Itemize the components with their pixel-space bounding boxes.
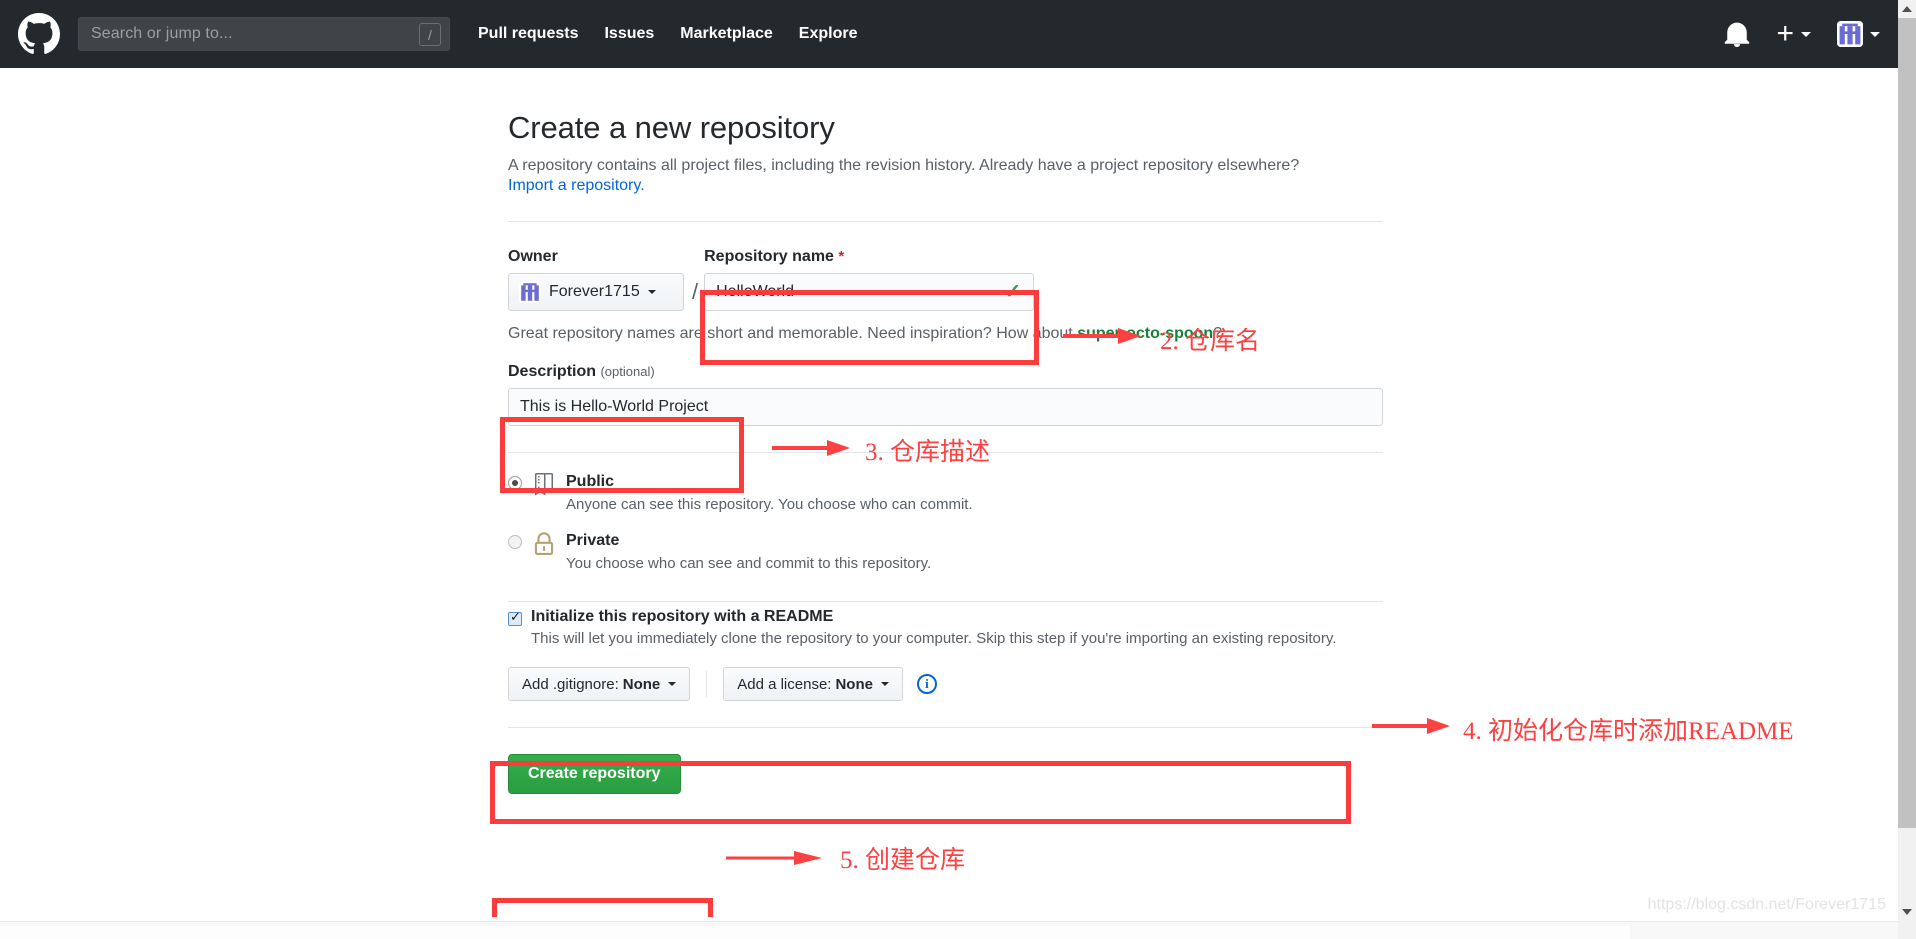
divider (508, 221, 1383, 223)
chevron-down-icon (668, 682, 677, 687)
readme-checkbox[interactable] (508, 609, 522, 627)
visibility-public-description: Anyone can see this repository. You choo… (566, 496, 973, 514)
readme-option: Initialize this repository with a README… (508, 608, 1383, 649)
chevron-down-icon (647, 290, 656, 295)
chevron-down-icon (880, 682, 889, 687)
license-select[interactable]: Add a license: None (723, 667, 903, 702)
user-avatar-icon (1837, 21, 1863, 47)
divider (508, 601, 1383, 603)
radio-private[interactable] (508, 535, 522, 550)
description-optional-text: (optional) (600, 364, 655, 380)
annotation-arrow-3 (772, 440, 850, 456)
annotation-arrow-2 (1063, 328, 1141, 344)
description-field: Description (optional) This is Hello-Wor… (508, 363, 1383, 427)
required-marker: * (838, 248, 845, 266)
nav-marketplace[interactable]: Marketplace (680, 25, 773, 43)
gitignore-prefix: Add .gitignore: (522, 675, 619, 693)
owner-field: Owner Forever1715 (508, 248, 690, 312)
divider (508, 727, 1383, 729)
visibility-option-public[interactable]: Public Anyone can see this repository. Y… (508, 471, 1383, 516)
chevron-down-icon (1801, 31, 1811, 37)
visibility-private-texts: Private You choose who can see and commi… (566, 530, 931, 575)
chevron-up-icon (1902, 6, 1912, 12)
hint-prefix: Great repository names are short and mem… (508, 325, 1078, 343)
annotation-text-3: 3. 仓库描述 (865, 439, 991, 466)
annotation-arrow-4 (1372, 718, 1450, 734)
description-input[interactable]: This is Hello-World Project (508, 388, 1383, 427)
repo-book-icon (532, 471, 558, 502)
annotation-text-2: 2. 仓库名 (1160, 328, 1261, 355)
create-repository-button[interactable]: Create repository (508, 754, 681, 795)
nav-issues[interactable]: Issues (604, 25, 654, 43)
owner-name: Forever1715 (549, 283, 640, 301)
submit-row: Create repository (508, 754, 1383, 795)
visibility-private-description: You choose who can see and commit to thi… (566, 555, 932, 573)
template-selects-row: Add .gitignore: None Add a license: None… (508, 667, 1383, 702)
chevron-down-icon (1870, 31, 1880, 37)
account-menu[interactable] (1837, 21, 1880, 47)
repository-name-field: Repository name * HelloWorld ✓ (704, 248, 1035, 312)
scrollbar-corner (1898, 921, 1916, 939)
owner-and-name-row: Owner Forever1715 / Repository name * He… (508, 248, 1383, 312)
license-value: None (835, 675, 873, 693)
description-label: Description (optional) (508, 363, 1383, 381)
readme-description: This will let you immediately clone the … (531, 630, 1337, 648)
top-navigation-bar: Search or jump to... / Pull requests Iss… (0, 0, 1898, 68)
search-shortcut-hint: / (419, 23, 441, 46)
horizontal-scrollbar[interactable] (0, 921, 1898, 939)
nav-explore[interactable]: Explore (799, 25, 858, 43)
visibility-private-title: Private (566, 532, 620, 550)
annotation-text-5: 5. 创建仓库 (840, 847, 966, 874)
repository-name-label: Repository name * (704, 248, 1034, 266)
search-placeholder: Search or jump to... (91, 25, 233, 42)
description-label-text: Description (508, 363, 597, 381)
watermark: https://blog.csdn.net/Forever1715 (1647, 896, 1886, 913)
import-repository-link[interactable]: Import a repository. (508, 177, 645, 194)
bell-icon[interactable] (1724, 21, 1750, 47)
scroll-down-button[interactable] (1898, 903, 1916, 921)
owner-avatar (519, 281, 541, 304)
radio-public[interactable] (508, 476, 522, 491)
license-prefix: Add a license: (737, 675, 832, 693)
main-content: Create a new repository A repository con… (0, 68, 1898, 939)
vertical-scrollbar-thumb[interactable] (1898, 18, 1916, 828)
nav-pull-requests[interactable]: Pull requests (478, 25, 578, 43)
search-input[interactable]: Search or jump to... / (78, 17, 450, 51)
create-new-menu[interactable]: + (1776, 17, 1811, 50)
plus-icon: + (1776, 17, 1794, 50)
visibility-public-title: Public (566, 473, 615, 491)
owner-label: Owner (508, 248, 558, 266)
repository-name-input[interactable]: HelloWorld ✓ (704, 273, 1035, 312)
repository-name-label-text: Repository name (704, 248, 834, 266)
page-title: Create a new repository (508, 110, 835, 145)
readme-row[interactable]: Initialize this repository with a README… (508, 608, 1383, 649)
owner-select-button[interactable]: Forever1715 (508, 273, 684, 312)
visibility-public-texts: Public Anyone can see this repository. Y… (566, 471, 973, 516)
scroll-up-button[interactable] (1898, 0, 1916, 18)
description-value: This is Hello-World Project (520, 398, 709, 416)
divider (706, 671, 708, 698)
gitignore-select[interactable]: Add .gitignore: None (508, 667, 691, 702)
check-icon: ✓ (1004, 281, 1022, 304)
gitignore-value: None (622, 675, 661, 693)
owner-name-separator: / (692, 279, 699, 305)
readme-texts: Initialize this repository with a README… (531, 608, 1336, 649)
github-mark-icon[interactable] (18, 13, 60, 55)
page-subtitle: A repository contains all project files,… (508, 157, 1300, 174)
vertical-scrollbar[interactable] (1898, 0, 1916, 939)
visibility-options: Public Anyone can see this repository. Y… (508, 471, 1383, 575)
lock-icon (532, 530, 558, 561)
header-actions: + (1724, 0, 1880, 68)
info-circle-icon[interactable]: i (916, 674, 937, 695)
annotation-arrow-5 (726, 851, 822, 865)
visibility-option-private[interactable]: Private You choose who can see and commi… (508, 530, 1383, 575)
readme-title: Initialize this repository with a README (531, 608, 834, 626)
chevron-down-icon (1902, 909, 1912, 915)
horizontal-scrollbar-thumb[interactable] (0, 926, 1630, 939)
repository-name-value: HelloWorld (716, 283, 795, 301)
annotation-text-4: 4. 初始化仓库时添加README (1463, 718, 1794, 745)
